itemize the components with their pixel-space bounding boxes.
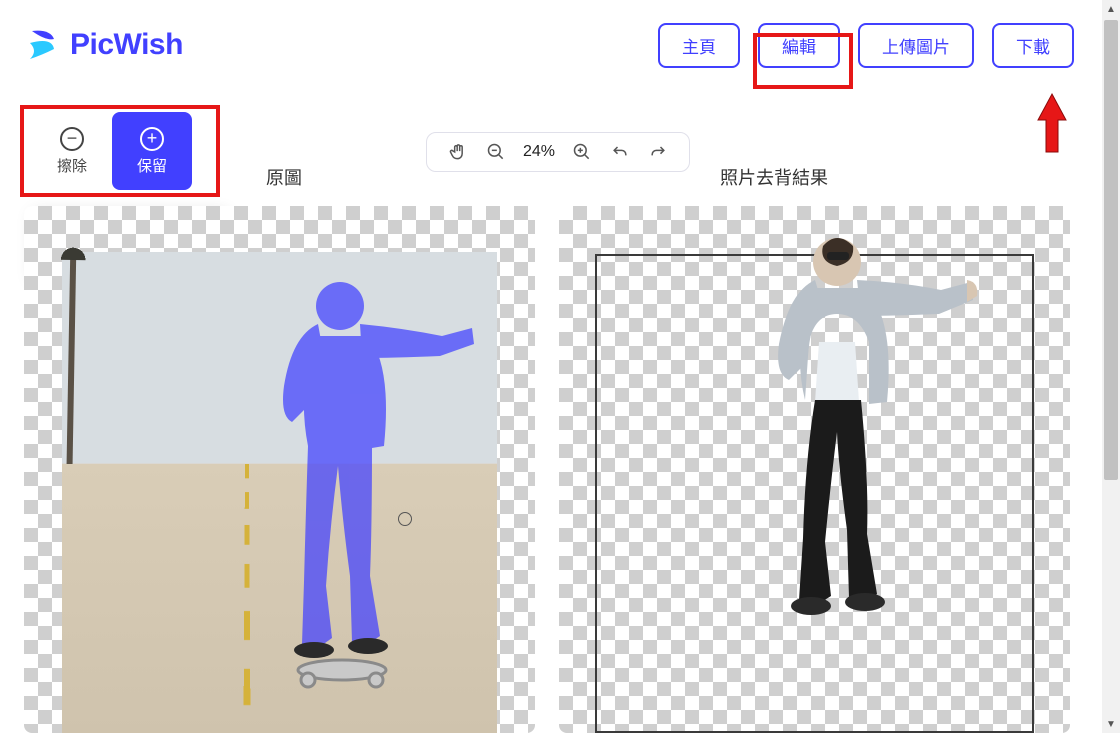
- vertical-scrollbar[interactable]: ▲ ▼: [1102, 0, 1120, 733]
- original-image: [62, 252, 497, 733]
- keep-tool-label: 保留: [137, 155, 167, 176]
- nav-edit-button[interactable]: 編輯: [758, 23, 840, 68]
- header: PicWish 主頁 編輯 上傳圖片 下載: [0, 0, 1102, 90]
- logo-icon: [24, 27, 60, 63]
- nav: 主頁 編輯 上傳圖片 下載: [658, 23, 1074, 68]
- pan-hand-icon[interactable]: [447, 141, 469, 163]
- result-canvas[interactable]: [559, 206, 1070, 733]
- plus-icon: +: [140, 127, 164, 151]
- undo-icon[interactable]: [609, 141, 631, 163]
- zoom-out-icon[interactable]: [485, 141, 507, 163]
- canvas-row: [24, 206, 1070, 733]
- erase-tool-label: 擦除: [57, 155, 87, 176]
- logo: PicWish: [24, 27, 183, 63]
- minus-icon: −: [60, 127, 84, 151]
- scroll-down-icon[interactable]: ▼: [1102, 715, 1120, 733]
- keep-tool-button[interactable]: + 保留: [112, 112, 192, 190]
- brush-cursor-indicator: [398, 512, 412, 526]
- erase-tool-button[interactable]: − 擦除: [32, 112, 112, 190]
- cutout-subject: [719, 222, 979, 652]
- scroll-thumb[interactable]: [1104, 20, 1118, 480]
- original-label: 原圖: [266, 164, 302, 190]
- nav-home-button[interactable]: 主頁: [658, 23, 740, 68]
- zoom-value: 24%: [523, 143, 555, 161]
- scroll-up-icon[interactable]: ▲: [1102, 0, 1120, 18]
- zoom-toolbar: 24%: [426, 132, 690, 172]
- brush-mode-toggle: − 擦除 + 保留: [32, 112, 192, 190]
- toolbar-row: − 擦除 + 保留 筆觸大小: [0, 108, 1102, 198]
- brand-name: PicWish: [70, 28, 183, 62]
- result-label: 照片去背結果: [720, 164, 828, 190]
- original-canvas[interactable]: [24, 206, 535, 733]
- zoom-in-icon[interactable]: [571, 141, 593, 163]
- nav-upload-button[interactable]: 上傳圖片: [858, 23, 974, 68]
- selection-mask: [222, 266, 482, 696]
- nav-download-button[interactable]: 下載: [992, 23, 1074, 68]
- redo-icon[interactable]: [647, 141, 669, 163]
